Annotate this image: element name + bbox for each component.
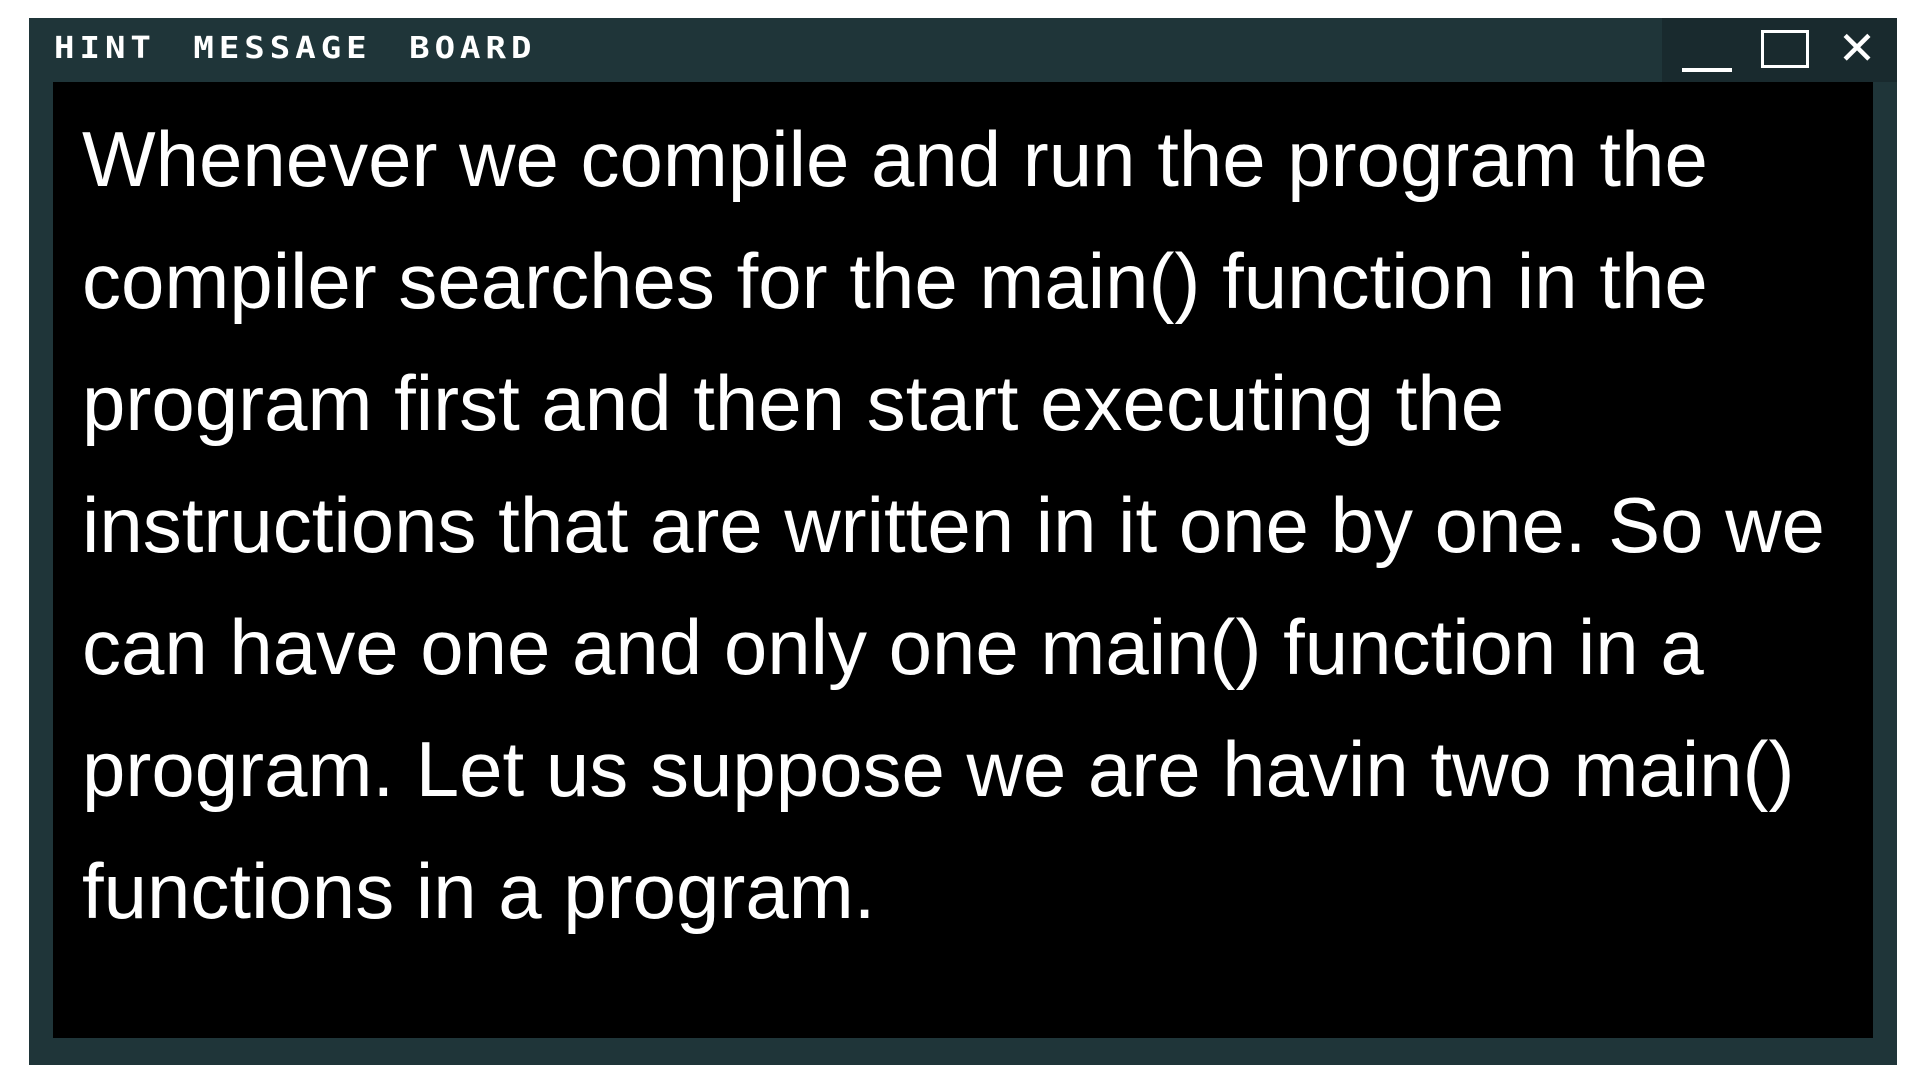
message-panel: Whenever we compile and run the program …: [53, 82, 1873, 1038]
close-button[interactable]: ✕: [1827, 21, 1887, 76]
window-controls: ✕: [1662, 18, 1897, 82]
minimize-icon: [1682, 68, 1732, 72]
title-bar[interactable]: Hint Message Board ✕: [29, 18, 1897, 82]
window-title: Hint Message Board: [54, 30, 537, 66]
minimize-button[interactable]: [1674, 24, 1734, 76]
hint-message-text: Whenever we compile and run the program …: [82, 115, 1825, 935]
maximize-button[interactable]: [1752, 24, 1812, 76]
close-icon: ✕: [1837, 21, 1877, 75]
maximize-icon: [1761, 30, 1809, 68]
hint-message-board-window: Hint Message Board ✕ Whenever we compile…: [29, 18, 1897, 1065]
